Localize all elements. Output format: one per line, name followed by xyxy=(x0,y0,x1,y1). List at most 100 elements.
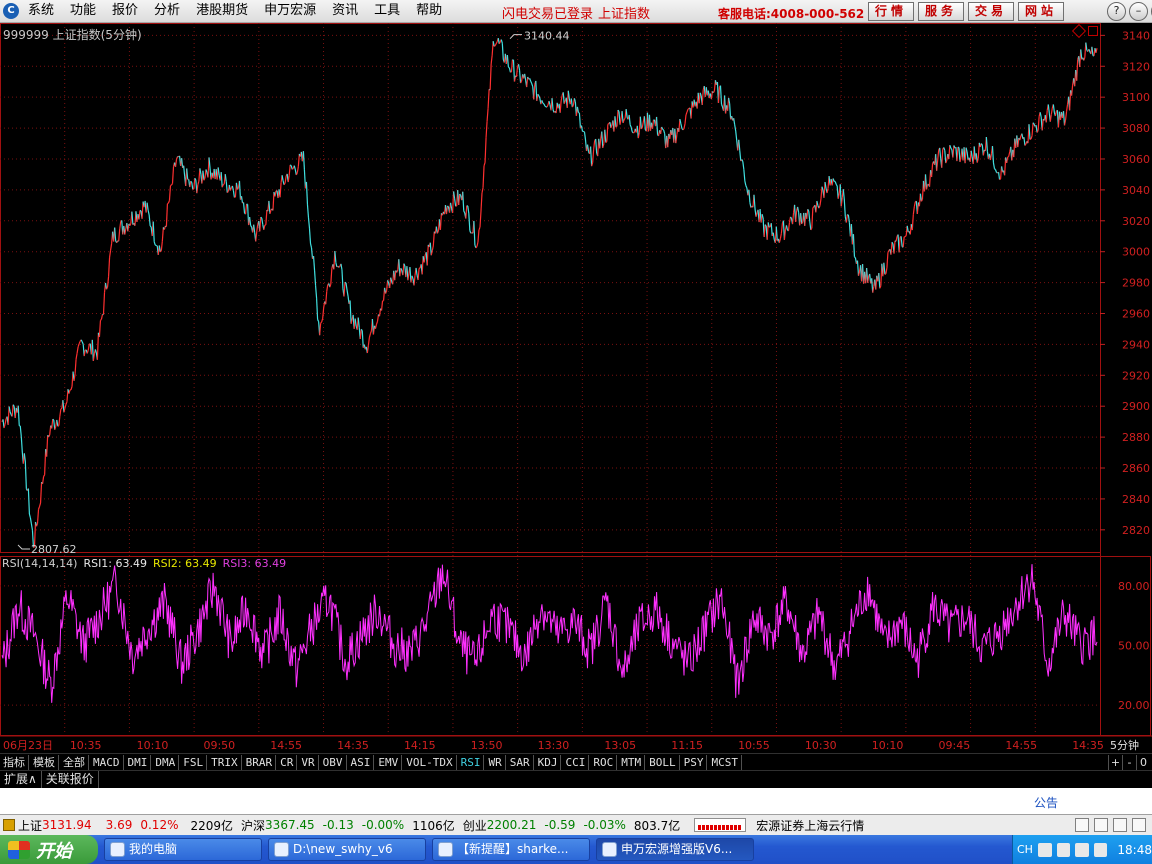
task-my-computer[interactable]: 我的电脑 xyxy=(104,838,262,861)
tab-macd[interactable]: MACD xyxy=(90,754,124,770)
task-browser[interactable]: 【新提醒】sharke... xyxy=(432,838,590,861)
menu-hk-futures[interactable]: 港股期货 xyxy=(196,0,258,22)
price-segment xyxy=(322,307,325,319)
gear-icon[interactable] xyxy=(1113,818,1127,832)
tab-mtm[interactable]: MTM xyxy=(618,754,646,770)
service-button[interactable]: 服务 xyxy=(918,2,964,21)
reset-button[interactable]: 0 xyxy=(1136,755,1150,770)
price-segment xyxy=(790,216,793,219)
clock: 18:48 xyxy=(1117,842,1152,857)
expand-button[interactable]: 扩展∧ xyxy=(0,771,42,788)
website-button[interactable]: 网站 xyxy=(1018,2,1064,21)
tab-emv[interactable]: EMV xyxy=(375,754,403,770)
y-tick-label: 2820 xyxy=(1122,524,1150,537)
lock-icon[interactable] xyxy=(3,819,15,831)
window-icon[interactable] xyxy=(1075,818,1089,832)
tab-mcst[interactable]: MCST xyxy=(708,754,742,770)
chart-area[interactable]: 3140 3120 3100 3080 3060 3040 3020 3000 2980 2960… xyxy=(0,23,1152,753)
price-segment xyxy=(1030,135,1033,140)
tab-kdj[interactable]: KDJ xyxy=(535,754,562,770)
broker-server[interactable]: 宏源证券上海云行情 xyxy=(756,817,864,834)
price-segment xyxy=(208,157,211,169)
network-icon[interactable] xyxy=(1056,842,1071,857)
menu-system[interactable]: 系统 xyxy=(28,0,64,22)
zoom-in-button[interactable]: + xyxy=(1108,755,1122,770)
price-segment xyxy=(171,183,173,186)
start-button[interactable]: 开始 xyxy=(0,835,98,864)
trade-button[interactable]: 交易 xyxy=(968,2,1014,21)
antivirus-icon[interactable] xyxy=(1093,842,1108,857)
kline-chart[interactable]: 3140 3120 3100 3080 3060 3040 3020 3000 2980 2960… xyxy=(0,23,1152,753)
tab-rsi[interactable]: RSI xyxy=(458,754,485,770)
price-segment xyxy=(533,84,536,100)
related-quotes-button[interactable]: 关联报价 xyxy=(42,771,99,788)
help-icon[interactable]: ? xyxy=(1107,2,1126,21)
language-indicator[interactable]: CH xyxy=(1017,843,1033,856)
price-segment xyxy=(548,100,551,105)
tab-brar[interactable]: BRAR xyxy=(243,754,277,770)
price-segment xyxy=(148,214,151,227)
tab-tools: + -0 xyxy=(1108,755,1150,770)
menu-function[interactable]: 功能 xyxy=(70,0,106,22)
tab-obv[interactable]: OBV xyxy=(320,754,347,770)
price-segment xyxy=(772,232,775,240)
price-segment xyxy=(359,329,362,340)
menu-tools[interactable]: 工具 xyxy=(374,0,410,22)
market-button[interactable]: 行情 xyxy=(868,2,914,21)
task-trading-app[interactable]: 申万宏源增强版V6... xyxy=(596,838,754,861)
tab-asi[interactable]: ASI xyxy=(348,754,375,770)
price-segment xyxy=(346,289,349,297)
signal-bar xyxy=(706,825,710,830)
bell-icon[interactable] xyxy=(1094,818,1108,832)
price-segment xyxy=(1029,138,1032,141)
tab-cr[interactable]: CR xyxy=(277,754,298,770)
menu-swhy[interactable]: 申万宏源 xyxy=(264,0,326,22)
tab-fsl[interactable]: FSL xyxy=(180,754,208,770)
notice-link[interactable]: 公告 xyxy=(1034,794,1058,811)
price-segment xyxy=(375,321,379,325)
price-segment xyxy=(78,341,81,345)
tab-boll[interactable]: BOLL xyxy=(646,754,680,770)
rsi2-value: RSI2: 63.49 xyxy=(153,557,217,570)
tab-指标[interactable]: 指标 xyxy=(0,754,29,770)
tab-vr[interactable]: VR xyxy=(298,754,319,770)
menu-help[interactable]: 帮助 xyxy=(416,0,452,22)
minimize-icon[interactable]: – xyxy=(1129,2,1148,21)
price-segment xyxy=(766,222,769,240)
tab-roc[interactable]: ROC xyxy=(590,754,618,770)
tab-dma[interactable]: DMA xyxy=(152,754,180,770)
price-segment xyxy=(952,145,955,158)
trading-app-window: C 系统 功能 报价 分析 港股期货 申万宏源 资讯 工具 帮助 闪电交易已登录… xyxy=(0,0,1152,864)
tab-cci[interactable]: CCI xyxy=(562,754,590,770)
price-segment xyxy=(445,205,449,215)
menu-analysis[interactable]: 分析 xyxy=(154,0,190,22)
menu-quotes[interactable]: 报价 xyxy=(112,0,148,22)
volume-icon[interactable] xyxy=(1075,842,1089,857)
price-segment xyxy=(330,268,333,285)
tab-psy[interactable]: PSY xyxy=(681,754,708,770)
tab-trix[interactable]: TRIX xyxy=(208,754,242,770)
tab-dmi[interactable]: DMI xyxy=(125,754,152,770)
zoom-out-button[interactable]: - xyxy=(1122,755,1136,770)
tab-wr[interactable]: WR xyxy=(485,754,506,770)
tab-sar[interactable]: SAR xyxy=(507,754,534,770)
tab-全部[interactable]: 全部 xyxy=(60,754,89,770)
task-folder[interactable]: D:\new_swhy_v6 xyxy=(268,838,426,861)
price-segment xyxy=(1023,137,1026,146)
tab-模板[interactable]: 模板 xyxy=(30,754,59,770)
maximize-chart-icon[interactable] xyxy=(1088,26,1098,36)
cy-pct: -0.03% xyxy=(583,818,626,832)
lock-small-icon[interactable] xyxy=(1132,818,1146,832)
price-segment xyxy=(887,250,890,253)
app-logo-icon[interactable]: C xyxy=(3,3,19,19)
price-segment xyxy=(510,59,514,72)
login-status[interactable]: 闪电交易已登录 xyxy=(502,3,593,22)
price-segment xyxy=(244,203,248,215)
price-segment xyxy=(538,95,541,99)
price-segment xyxy=(56,419,59,427)
input-method-icon[interactable] xyxy=(1037,842,1052,857)
price-segment xyxy=(293,165,296,170)
price-segment xyxy=(680,123,683,129)
tab-vol-tdx[interactable]: VOL-TDX xyxy=(403,754,457,770)
menu-news[interactable]: 资讯 xyxy=(332,0,368,22)
